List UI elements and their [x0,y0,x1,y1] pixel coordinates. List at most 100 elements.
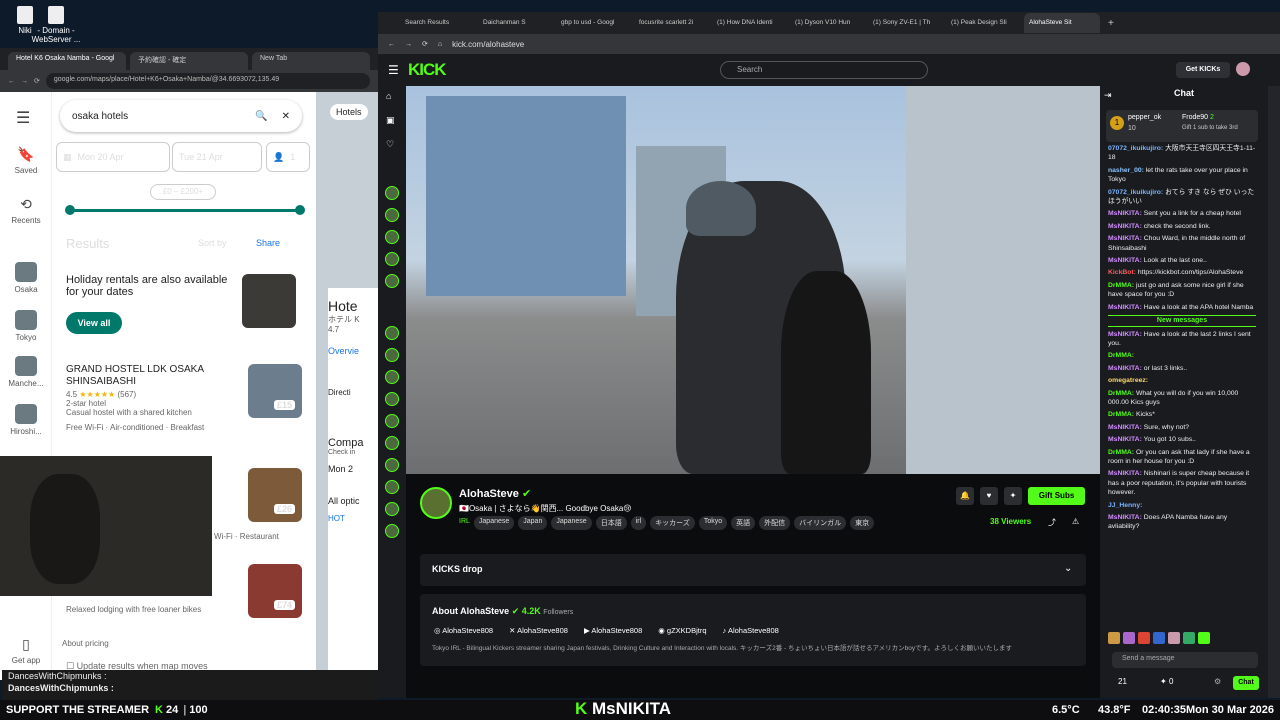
rail-tokyo[interactable]: Tokyo [0,310,52,342]
chat-username[interactable]: MsNIKITA: [1108,470,1142,477]
tag[interactable]: Tokyo [698,516,728,530]
chat-username[interactable]: omegatreez: [1108,377,1148,384]
guests-field[interactable]: 👤 1 [266,142,310,172]
streamer-name[interactable]: AlohaSteve ✔ [459,487,531,500]
video-player[interactable] [406,86,1100,474]
back-icon[interactable]: ← [8,78,15,85]
tab-peak[interactable]: (1) Peak Design Sli [946,13,1022,33]
page-scrollbar[interactable] [1268,86,1280,698]
reload-icon[interactable]: ⟳ [422,40,428,48]
tag[interactable]: 英語 [731,516,756,530]
hotel-image-2[interactable]: £26 [248,468,302,522]
category-link[interactable]: IRL [459,516,470,530]
rail-saved[interactable]: 🔖 Saved [0,146,52,175]
desktop-icon-domain[interactable]: - Domain - WebServer ... [30,6,82,44]
share-button[interactable]: Share [256,238,280,248]
chat-username[interactable]: MsNIKITA: [1108,424,1142,431]
hotel-card-1[interactable]: GRAND HOSTEL LDK OSAKA SHINSAIBASHI 4.5 … [66,364,242,432]
back-icon[interactable]: ← [388,41,395,48]
kicks-drop-section[interactable]: KICKS drop ⌄ [420,554,1086,586]
chat-username[interactable]: DrMMA: [1108,390,1134,397]
chat-username[interactable]: MsNIKITA: [1108,365,1142,372]
followed-channel-avatar[interactable] [385,436,399,450]
chat-username[interactable]: 07072_ikuikujiro: [1108,145,1163,152]
sort-by-button[interactable]: Sort by [198,238,227,248]
emote-icon[interactable] [1198,632,1210,644]
browse-nav-icon[interactable]: ▣ [386,115,395,126]
followed-channel-avatar[interactable] [385,230,399,244]
hotels-chip[interactable]: Hotels [330,104,368,120]
gift-subs-button[interactable]: Gift Subs [1028,487,1085,505]
chat-username[interactable]: MsNIKITA: [1108,304,1142,311]
maps-search-box[interactable]: osaka hotels 🔍 ✕ [60,100,302,132]
followed-channel-avatar[interactable] [385,208,399,222]
followed-channel-avatar[interactable] [385,252,399,266]
left-tab-new[interactable]: New Tab [252,52,370,70]
following-nav-icon[interactable]: ♡ [386,139,394,150]
tab-focusrite[interactable]: focusrite scarlett 2i [634,13,710,33]
home-nav-icon[interactable]: ⌂ [386,91,391,101]
chat-username[interactable]: MsNIKITA: [1108,223,1142,230]
share-icon[interactable]: ⤴ [1048,517,1056,528]
tab-gbp[interactable]: gbp to usd - Googl [556,13,632,33]
followed-channel-avatar[interactable] [385,392,399,406]
reload-icon[interactable]: ⟳ [34,77,40,85]
chat-input[interactable]: Send a message [1112,652,1258,668]
tab-search-results[interactable]: Search Results [400,13,476,33]
followed-channel-avatar[interactable] [385,414,399,428]
map-view[interactable]: Hotels Hote ホテル K 4.7 Overvie Directi Co… [316,92,378,680]
emote-icon[interactable] [1108,632,1120,644]
tiktok-link[interactable]: ♪ AlohaSteve808 [723,626,779,635]
chat-username[interactable]: DrMMA: [1108,449,1134,456]
chat-send-button[interactable]: Chat [1233,676,1259,690]
chat-username[interactable]: DrMMA: [1108,282,1134,289]
hotel-image-3[interactable]: £74 [248,564,302,618]
emote-icon[interactable] [1183,632,1195,644]
discord-link[interactable]: ◉ gZXKDBjtrq [658,626,706,635]
tag[interactable]: 日本語 [595,516,627,530]
tag[interactable]: 外配信 [759,516,791,530]
rail-get-app[interactable]: ▯ Get app [0,636,52,665]
tag[interactable]: Japan [518,516,548,530]
price-max-knob[interactable] [295,205,305,215]
chat-username[interactable]: MsNIKITA: [1108,514,1142,521]
tab-dna[interactable]: (1) How DNA Identi [712,13,788,33]
chat-username[interactable]: 07072_ikuikujiro: [1108,189,1163,196]
chat-username[interactable]: DrMMA: [1108,411,1134,418]
followed-channel-avatar[interactable] [385,458,399,472]
followed-channel-avatar[interactable] [385,274,399,288]
forward-icon[interactable]: → [21,78,28,85]
view-all-button[interactable]: View all [66,312,122,334]
tag[interactable]: キッカーズ [650,516,695,530]
price-min-knob[interactable] [65,205,75,215]
notification-bell-icon[interactable]: 🔔 [956,487,974,505]
close-icon[interactable]: ✕ [282,111,290,122]
hotel-image-1[interactable]: £15 [248,364,302,418]
instagram-link[interactable]: ◎ AlohaSteve808 [434,626,493,635]
chat-username[interactable]: nasher_00: [1108,167,1144,174]
emote-icon[interactable] [1153,632,1165,644]
chat-username[interactable]: JJ_Henny: [1108,502,1142,509]
report-icon[interactable]: ⚠ [1072,517,1079,526]
x-link[interactable]: ✕ AlohaSteve808 [509,626,568,635]
chat-username[interactable]: MsNIKITA: [1108,436,1142,443]
rail-osaka[interactable]: Osaka [0,262,52,294]
followed-channel-avatar[interactable] [385,186,399,200]
followed-channel-avatar[interactable] [385,524,399,538]
tag[interactable]: Japanese [473,516,515,530]
follow-heart-icon[interactable]: ♥ [980,487,998,505]
chat-username[interactable]: KickBot: [1108,269,1136,276]
chat-username[interactable]: MsNIKITA: [1108,331,1142,338]
checkin-field[interactable]: ▦ Mon 20 Apr [56,142,170,172]
tab-daichanman[interactable]: Daichanman S [478,13,554,33]
kick-search-input[interactable]: Search [720,61,928,79]
emote-icon[interactable] [1123,632,1135,644]
forward-icon[interactable]: → [405,41,412,48]
checkout-field[interactable]: Tue 21 Apr [172,142,262,172]
left-url-field[interactable]: google.com/maps/place/Hotel+K6+Osaka+Nam… [45,73,370,89]
maps-search-input[interactable]: osaka hotels [72,111,255,122]
rail-hiroshima[interactable]: Hiroshi... [0,404,52,436]
tab-alohasteve[interactable]: AlohaSteve Sit [1024,13,1100,33]
tag[interactable]: バイリンガル [794,516,847,530]
tag[interactable]: Japanese [551,516,592,530]
